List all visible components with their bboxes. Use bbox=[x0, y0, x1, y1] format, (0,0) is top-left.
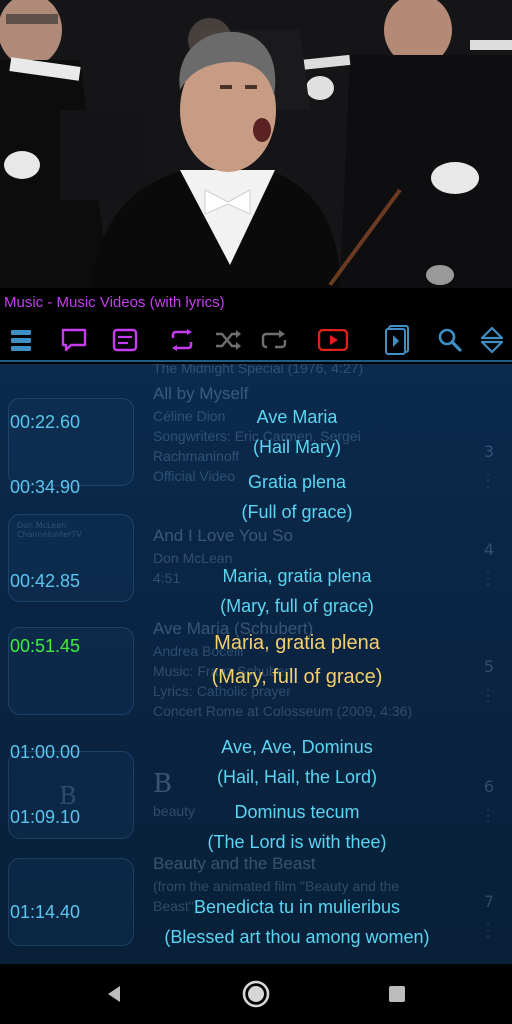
video-player[interactable] bbox=[0, 0, 512, 288]
more-icon: · · · bbox=[486, 683, 490, 709]
lyric-timestamp[interactable]: 00:22.60 bbox=[10, 412, 80, 433]
lyric-translation: (Hail, Hail, the Lord) bbox=[216, 767, 378, 787]
toolbar bbox=[0, 318, 512, 362]
playlist-title: Music - Music Videos (with lyrics) bbox=[0, 288, 512, 318]
song-title: Beauty and the Beast bbox=[153, 854, 316, 873]
item-number: 6 bbox=[483, 777, 494, 796]
lyric-text: Benedicta tu in mulieribus bbox=[193, 897, 401, 917]
search-icon[interactable] bbox=[435, 325, 465, 355]
lyric-translation: (The Lord is with thee) bbox=[207, 832, 387, 852]
thumbnail-caption: B bbox=[59, 782, 77, 810]
menu-icon[interactable] bbox=[6, 325, 36, 355]
lyrics-panel[interactable]: The Midnight Special (1976, 4:27) All by… bbox=[0, 364, 512, 964]
song-title: And I Love You So bbox=[153, 526, 293, 545]
lyric-translation: (Mary, full of grace) bbox=[220, 596, 374, 616]
song-title: All by Myself bbox=[153, 384, 249, 403]
chat-icon[interactable] bbox=[59, 325, 89, 355]
more-icon: · · · bbox=[486, 566, 490, 592]
lyric-timestamp[interactable]: 01:14.40 bbox=[10, 902, 80, 923]
lyric-timestamp[interactable]: 00:51.45 bbox=[10, 636, 80, 657]
item-number: 5 bbox=[483, 657, 494, 676]
notes-icon[interactable] bbox=[110, 325, 140, 355]
lyric-timestamp[interactable]: 01:00.00 bbox=[10, 742, 80, 763]
more-icon: · · · bbox=[486, 803, 490, 829]
song-info: Concert Rome at Colosseum (2009, 4:36) bbox=[153, 703, 413, 719]
repeat-one-icon[interactable] bbox=[259, 325, 289, 355]
song-subtitle: The Midnight Special (1976, 4:27) bbox=[153, 364, 364, 376]
item-number: 3 bbox=[483, 442, 494, 461]
repeat-icon[interactable] bbox=[167, 325, 197, 355]
lyric-translation: (Hail Mary) bbox=[253, 437, 341, 457]
sidebar-toggle-icon[interactable] bbox=[382, 325, 412, 355]
youtube-icon[interactable] bbox=[318, 325, 348, 355]
thumbnail-caption: Don McLean ChannelunterTV bbox=[17, 521, 82, 539]
lyric-text: Maria, gratia plena bbox=[222, 566, 372, 586]
system-navigation-bar bbox=[0, 964, 512, 1024]
lyric-text: Gratia plena bbox=[247, 472, 347, 492]
lyric-text: Dominus tecum bbox=[234, 802, 360, 822]
item-number: 4 bbox=[483, 540, 494, 559]
lyric-timestamp[interactable]: 01:09.10 bbox=[10, 807, 80, 828]
lyric-translation: (Blessed art thou among women) bbox=[164, 927, 430, 947]
sort-icon[interactable] bbox=[477, 325, 507, 355]
lyric-timestamp[interactable]: 00:34.90 bbox=[10, 477, 80, 498]
back-icon[interactable] bbox=[96, 976, 132, 1012]
more-icon: · · · bbox=[486, 468, 490, 494]
lyric-timestamp[interactable]: 00:42.85 bbox=[10, 571, 80, 592]
video-frame bbox=[0, 0, 512, 288]
lyric-text: Ave Maria bbox=[256, 407, 338, 427]
shuffle-icon[interactable] bbox=[213, 325, 243, 355]
lyric-translation: (Mary, full of grace) bbox=[211, 666, 383, 688]
lyric-translation: (Full of grace) bbox=[241, 502, 353, 522]
item-number: 7 bbox=[483, 892, 494, 911]
recents-icon[interactable] bbox=[379, 976, 415, 1012]
lyric-text: Maria, gratia plena bbox=[214, 632, 380, 654]
more-icon: · · · bbox=[486, 918, 490, 944]
home-icon[interactable] bbox=[238, 976, 274, 1012]
lyric-text: Ave, Ave, Dominus bbox=[221, 737, 373, 757]
